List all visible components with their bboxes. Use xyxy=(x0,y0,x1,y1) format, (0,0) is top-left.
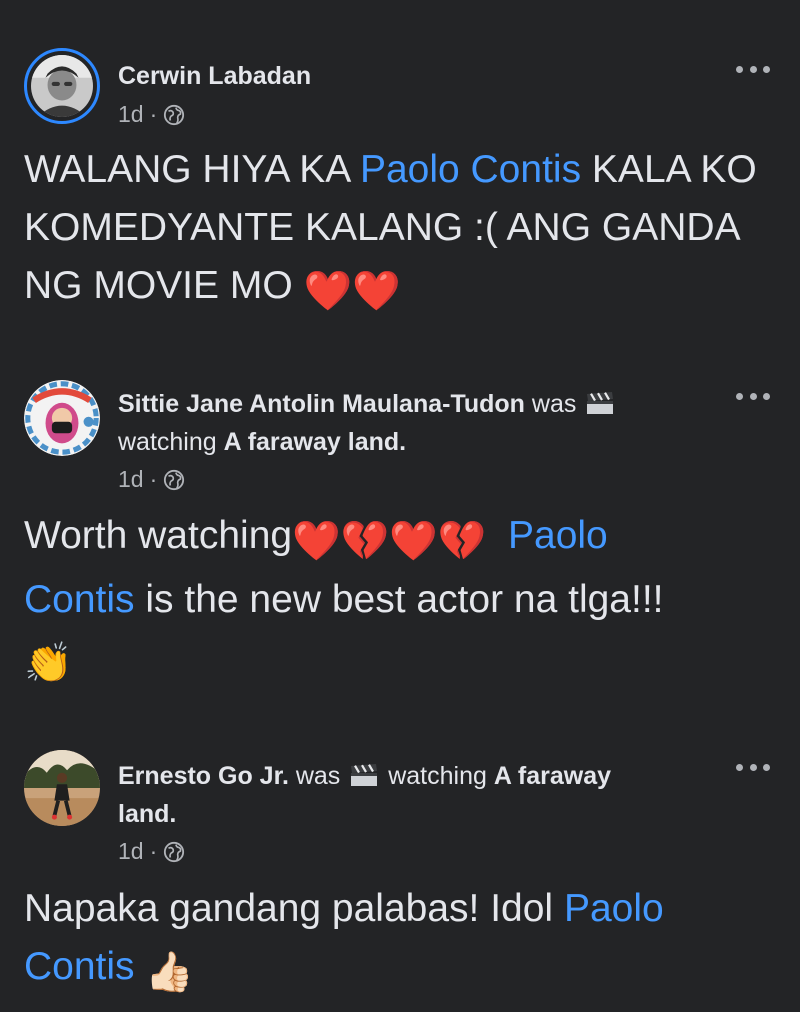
avatar[interactable] xyxy=(24,750,100,826)
movie-link[interactable]: A faraway xyxy=(494,762,611,790)
comment-text: Napaka gandang palabas! Idol Paolo Contis… xyxy=(24,880,770,1002)
more-options-button[interactable] xyxy=(736,386,770,406)
avatar[interactable] xyxy=(24,380,100,456)
comment-text-segment: is the new best actor na tlga!!! xyxy=(134,578,664,621)
comment-header: Sittie Jane Antolin Maulana-Tudon was wa… xyxy=(118,385,704,461)
clapper-board-icon xyxy=(587,392,614,414)
comment-text: WALANG HIYA KA Paolo Contis KALA KO KOME… xyxy=(24,141,770,321)
clapping-hands-emoji: 👏 xyxy=(24,642,73,685)
comment-header: Ernesto Go Jr. was watching A faraway lan… xyxy=(118,757,704,833)
comment-text-segment: WALANG HIYA KA xyxy=(24,148,360,191)
separator-dot: · xyxy=(149,101,158,127)
more-options-icon xyxy=(736,392,743,400)
globe-icon xyxy=(164,469,185,490)
comment-text-segment: Napaka gandang palabas! Idol xyxy=(24,887,564,930)
comment-feed: Cerwin Labadan 1d · WALANG HIYA KA Paolo… xyxy=(0,0,800,1012)
timestamp[interactable]: 1d xyxy=(118,838,144,865)
comment-item: Cerwin Labadan 1d · WALANG HIYA KA Paolo… xyxy=(0,0,800,340)
comment-header: Cerwin Labadan xyxy=(118,57,704,95)
watching-label: watching xyxy=(118,428,217,456)
more-options-button[interactable] xyxy=(736,59,770,79)
movie-link[interactable]: land. xyxy=(118,800,176,828)
more-options-icon xyxy=(736,65,743,73)
watching-label: watching xyxy=(388,762,487,790)
separator-dot: · xyxy=(149,838,158,864)
comment-item: Ernesto Go Jr. was watching A faraway lan… xyxy=(0,710,800,1012)
comment-meta: 1d · xyxy=(118,838,185,865)
globe-icon xyxy=(164,841,185,862)
heart-emoji: ❤️❤️ xyxy=(303,270,401,313)
was-label: was xyxy=(295,762,341,790)
thumbs-up-emoji: 👍🏻 xyxy=(145,951,194,994)
avatar-photo xyxy=(31,55,93,117)
timestamp[interactable]: 1d xyxy=(118,101,144,128)
separator-dot: · xyxy=(149,466,158,492)
comment-text-segment: Worth watching xyxy=(24,514,293,557)
mention-link[interactable]: Contis xyxy=(24,945,135,988)
was-label: was xyxy=(531,390,577,418)
comment-text: Worth watching❤️💔❤️💔 Paolo Contis is the … xyxy=(24,507,770,693)
author-name[interactable]: Ernesto Go Jr. xyxy=(118,762,289,790)
globe-icon xyxy=(164,104,185,125)
mention-link[interactable]: Paolo xyxy=(508,514,608,557)
avatar-photo xyxy=(24,750,100,826)
hearts-emoji: ❤️💔❤️💔 xyxy=(292,520,487,563)
comment-meta: 1d · xyxy=(118,101,185,128)
author-name[interactable]: Sittie Jane Antolin Maulana-Tudon xyxy=(118,390,525,418)
author-name[interactable]: Cerwin Labadan xyxy=(118,62,311,90)
movie-link[interactable]: A faraway land. xyxy=(224,428,406,456)
timestamp[interactable]: 1d xyxy=(118,466,144,493)
mention-link[interactable]: Paolo Contis xyxy=(360,148,581,191)
more-options-button[interactable] xyxy=(736,757,770,777)
mention-link[interactable]: Contis xyxy=(24,578,135,621)
clapper-board-icon xyxy=(351,764,378,786)
comment-meta: 1d · xyxy=(118,466,185,493)
mention-link[interactable]: Paolo xyxy=(564,887,664,930)
avatar-photo xyxy=(24,380,100,456)
avatar[interactable] xyxy=(24,48,100,124)
comment-item: Sittie Jane Antolin Maulana-Tudon was wa… xyxy=(0,340,800,710)
more-options-icon xyxy=(736,763,743,771)
